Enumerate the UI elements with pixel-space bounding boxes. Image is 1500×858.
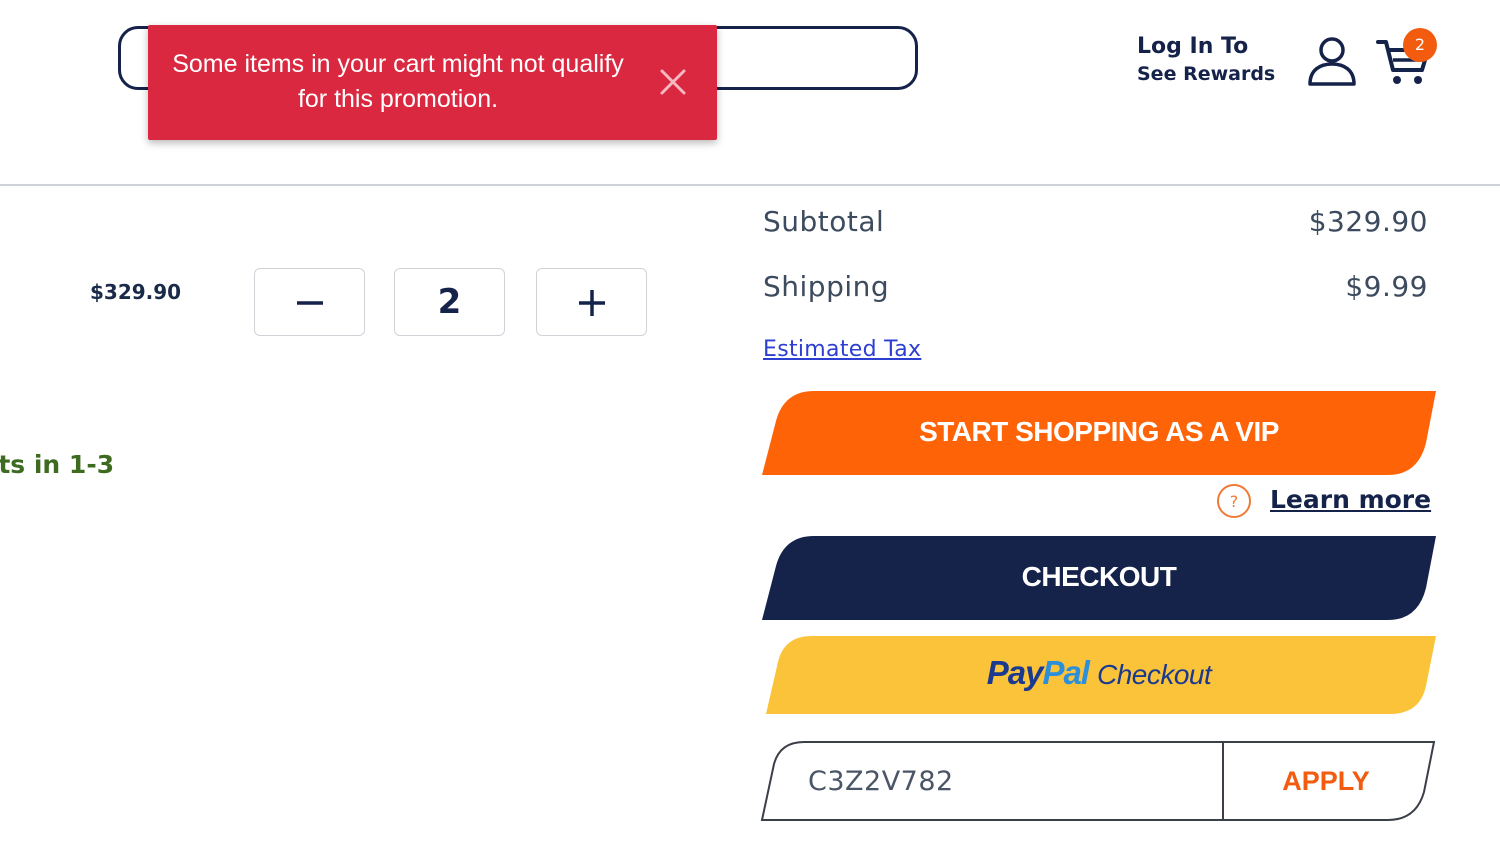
- learn-more-row: ? Learn more: [1216, 483, 1431, 519]
- plus-icon: [579, 290, 605, 316]
- quantity-value[interactable]: 2: [394, 268, 505, 336]
- quantity-increase-button[interactable]: [536, 268, 647, 336]
- user-icon[interactable]: [1306, 36, 1358, 88]
- shipping-value: $9.99: [1345, 270, 1428, 303]
- promo-code-input[interactable]: [808, 758, 1208, 804]
- paypal-logo: PayPal Checkout: [762, 654, 1436, 692]
- paypal-checkout-label: Checkout: [1096, 659, 1212, 690]
- checkout-button[interactable]: CHECKOUT: [762, 536, 1436, 620]
- subtotal-label: Subtotal: [763, 205, 885, 238]
- promo-code-form: APPLY: [760, 740, 1438, 824]
- estimated-tax-link[interactable]: Estimated Tax: [763, 337, 921, 362]
- learn-more-link[interactable]: Learn more: [1270, 485, 1431, 514]
- question-icon[interactable]: ?: [1216, 483, 1252, 519]
- svg-text:?: ?: [1230, 492, 1239, 511]
- minus-icon: [297, 301, 323, 305]
- vip-button-label: START SHOPPING AS A VIP: [919, 416, 1279, 447]
- paypal-logo-pal: Pal: [1042, 654, 1090, 691]
- checkout-button-label: CHECKOUT: [1021, 561, 1177, 592]
- close-icon[interactable]: [658, 67, 688, 97]
- login-label: Log In To: [1137, 34, 1249, 59]
- shipping-estimate: rts in 1-3: [0, 450, 115, 479]
- item-price: $329.90: [90, 280, 182, 304]
- paypal-checkout-button[interactable]: PayPal Checkout: [762, 636, 1436, 714]
- site-header: Some items in your cart might not qualif…: [0, 0, 1500, 185]
- apply-promo-button[interactable]: APPLY: [1226, 742, 1426, 820]
- toast-message: Some items in your cart might not qualif…: [172, 50, 624, 113]
- cart-count-badge: 2: [1403, 28, 1437, 62]
- subtotal-value: $329.90: [1308, 205, 1428, 238]
- shipping-label: Shipping: [763, 270, 890, 303]
- promo-warning-toast: Some items in your cart might not qualif…: [148, 25, 717, 140]
- header-divider: [0, 184, 1500, 186]
- rewards-label: See Rewards: [1137, 63, 1276, 85]
- login-rewards-link[interactable]: Log In To See Rewards: [1137, 33, 1302, 87]
- quantity-decrease-button[interactable]: [254, 268, 365, 336]
- vip-shopping-button[interactable]: START SHOPPING AS A VIP: [762, 391, 1436, 475]
- paypal-logo-pay: Pay: [986, 654, 1044, 691]
